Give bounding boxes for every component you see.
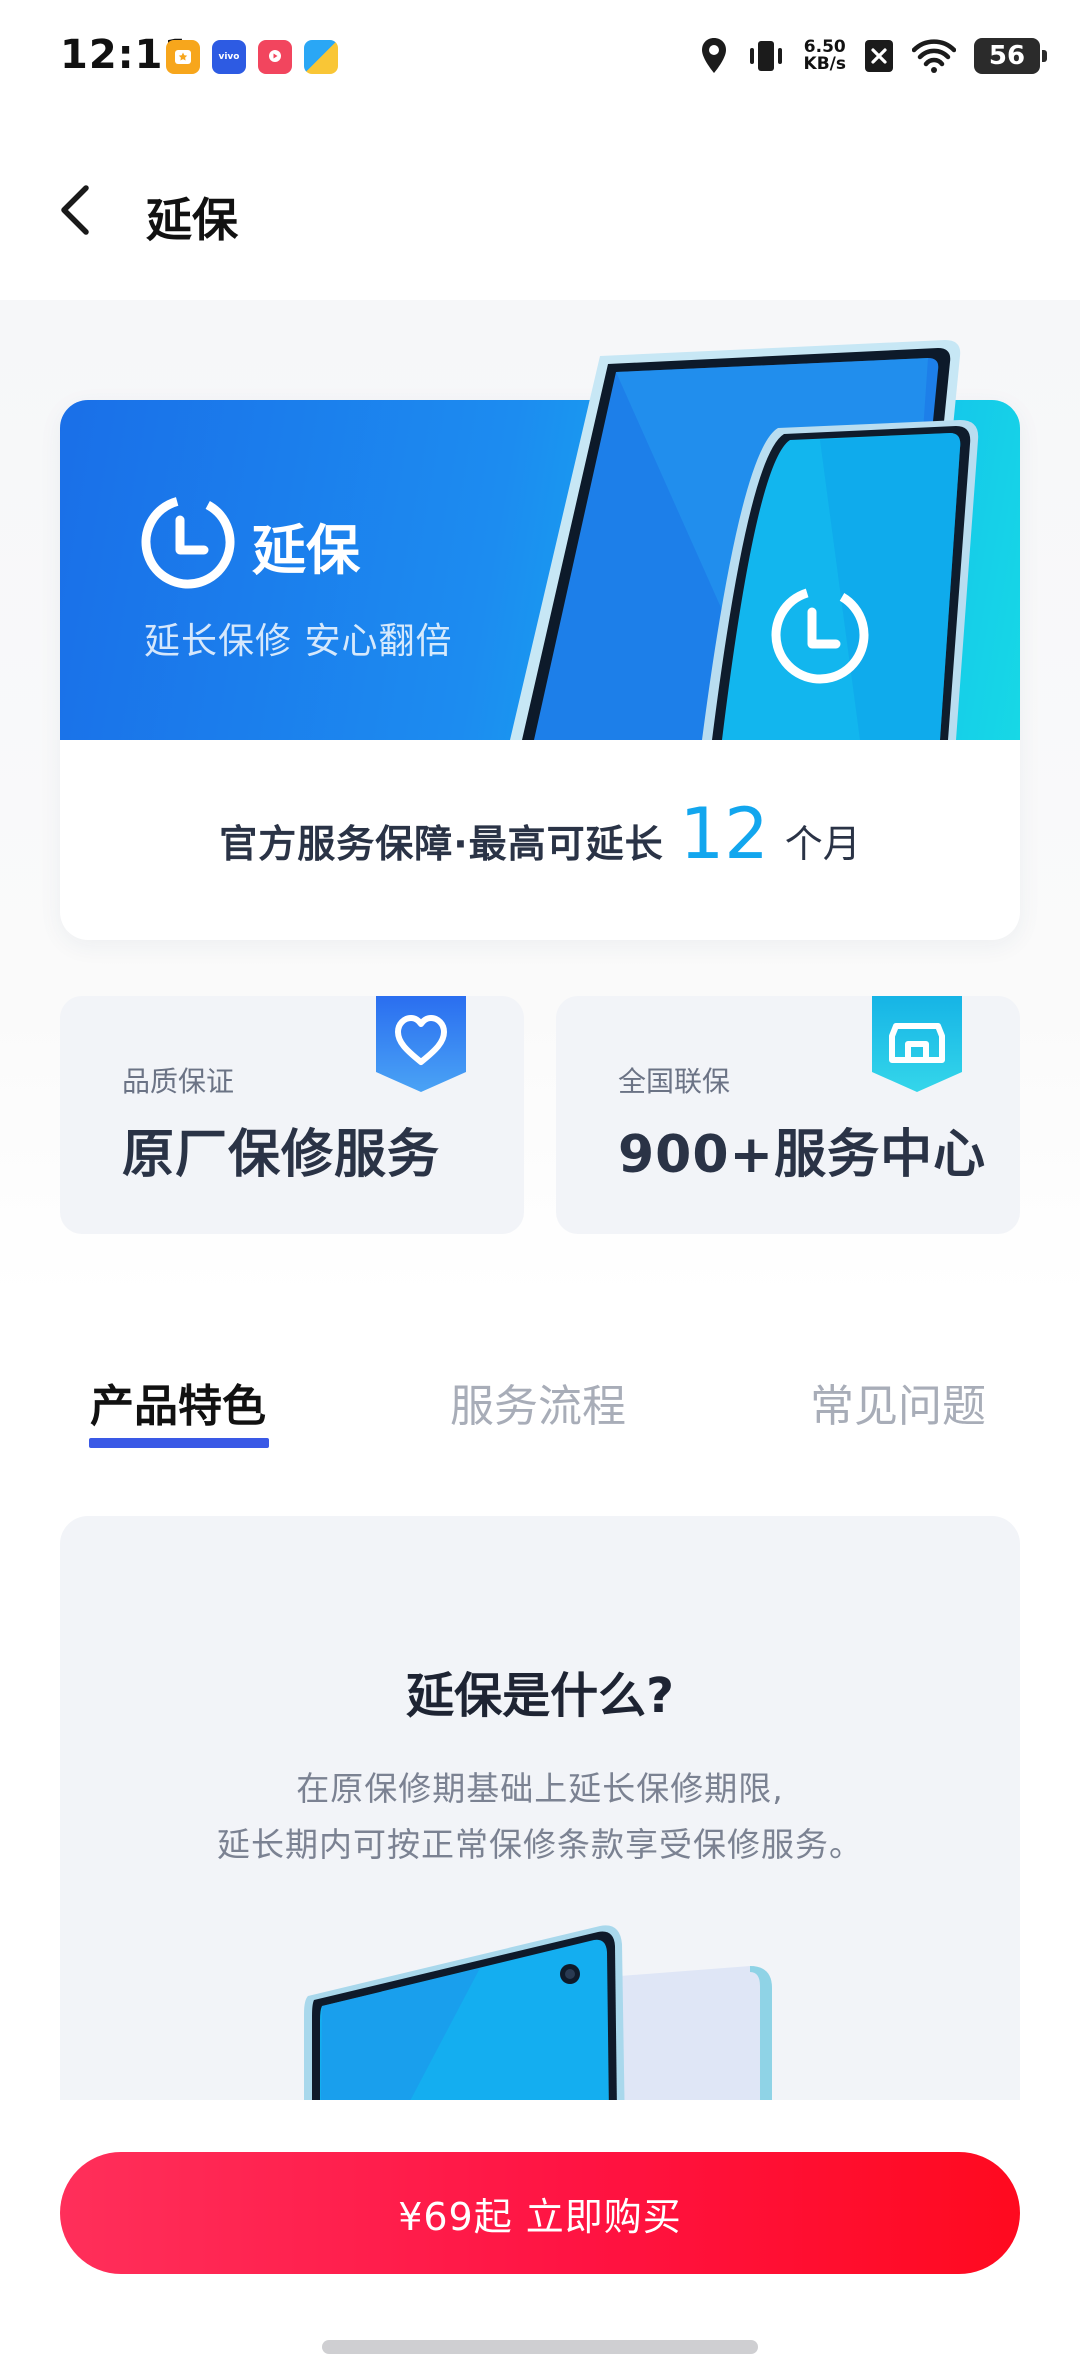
top-app-bar: 延保 [0,120,1080,300]
main-content[interactable]: 延保 延长保修 安心翻倍 官方服务保障·最高可延长 12 个月 品质保证 原厂保… [0,300,1080,2100]
buy-now-button[interactable]: ¥69起 立即购买 [60,2152,1020,2274]
vibrate-icon [746,37,786,75]
extended-warranty-clock-icon [141,495,235,589]
location-icon [700,37,728,75]
battery-level: 56 [988,41,1026,71]
hero-subtitle-number: 12 [679,793,769,875]
phones-illustration [304,1925,772,2100]
chevron-left-icon [61,185,89,235]
status-bar: 12:11 vivo 6.50 KB/s 56 [0,0,1080,120]
section-tabs: 产品特色 服务流程 常见问题 [60,1370,1020,1470]
feature-card-quality: 品质保证 原厂保修服务 [60,996,524,1234]
hero-slogan: 延长保修 安心翻倍 [144,621,453,662]
feature-nationwide-title: 900+服务中心 [618,1125,987,1185]
app-screen: 12:11 vivo 6.50 KB/s 56 延保 延保 延长保修 安心翻倍 … [0,0,1080,2376]
feature-card-nationwide: 全国联保 900+服务中心 [556,996,1020,1234]
video-app-icon [258,40,292,74]
hero-brand-title: 延保 [252,519,360,582]
back-button[interactable] [50,180,100,240]
feature-quality-title: 原厂保修服务 [122,1125,441,1185]
tab-service-process[interactable]: 服务流程 [450,1370,626,1434]
file-app-icon [304,40,338,74]
vivo-app-icon: vivo [212,40,246,74]
store-icon [872,996,962,1092]
panel-description-line-2: 延长期内可按正常保修条款享受保修服务。 [217,1825,863,1864]
battery-indicator: 56 [974,38,1047,74]
status-icons: 6.50 KB/s 56 [700,34,1047,78]
panel-description-line-1: 在原保修期基础上延长保修期限, [296,1769,784,1808]
feature-quality-label: 品质保证 [122,1065,235,1098]
wifi-icon [912,38,956,74]
feature-panel: 延保是什么? 在原保修期基础上延长保修期限, 延长期内可按正常保修条款享受保修服… [60,1516,1020,2100]
active-tab-indicator [89,1438,269,1448]
hero-subtitle: 官方服务保障·最高可延长 12 个月 [60,740,1020,940]
page-title: 延保 [146,193,238,247]
hero-card: 延保 延长保修 安心翻倍 官方服务保障·最高可延长 12 个月 [60,340,1020,940]
hero-subtitle-text: 官方服务保障·最高可延长 [219,821,664,866]
hero-subtitle-unit: 个月 [784,821,861,866]
no-sim-icon [864,39,894,73]
home-indicator[interactable] [322,2340,758,2354]
panel-title: 延保是什么? [406,1668,674,1724]
network-speed-unit: KB/s [803,54,846,74]
feature-nationwide-label: 全国联保 [618,1065,731,1098]
star-app-icon [166,40,200,74]
tab-product-features[interactable]: 产品特色 [90,1370,266,1434]
heart-icon [376,996,466,1092]
tab-faq[interactable]: 常见问题 [810,1370,986,1434]
bottom-action-bar: ¥69起 立即购买 [0,2100,1080,2376]
network-speed: 6.50 KB/s [804,39,846,73]
